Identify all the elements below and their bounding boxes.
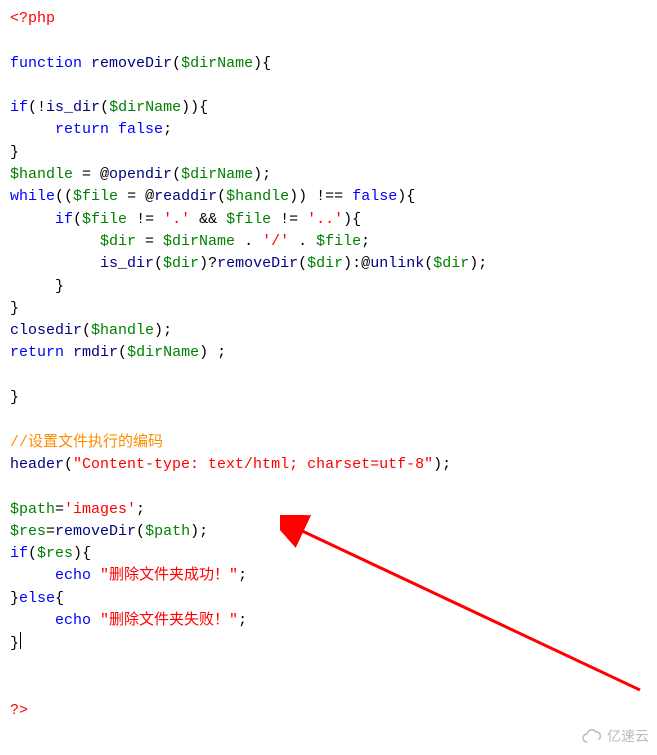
keyword-function: function xyxy=(10,55,82,72)
watermark-text: 亿速云 xyxy=(607,725,649,747)
code-block: <?php function removeDir($dirName){ if(!… xyxy=(10,8,647,723)
cloud-icon xyxy=(581,728,603,744)
var-dirname: $dirName xyxy=(181,55,253,72)
php-open-tag: <?php xyxy=(10,10,55,27)
comment-encoding: //设置文件执行的编码 xyxy=(10,434,163,451)
watermark: 亿速云 xyxy=(581,725,649,747)
text-cursor xyxy=(20,632,21,649)
php-close-tag: ?> xyxy=(10,702,28,719)
fn-name: removeDir xyxy=(91,55,172,72)
